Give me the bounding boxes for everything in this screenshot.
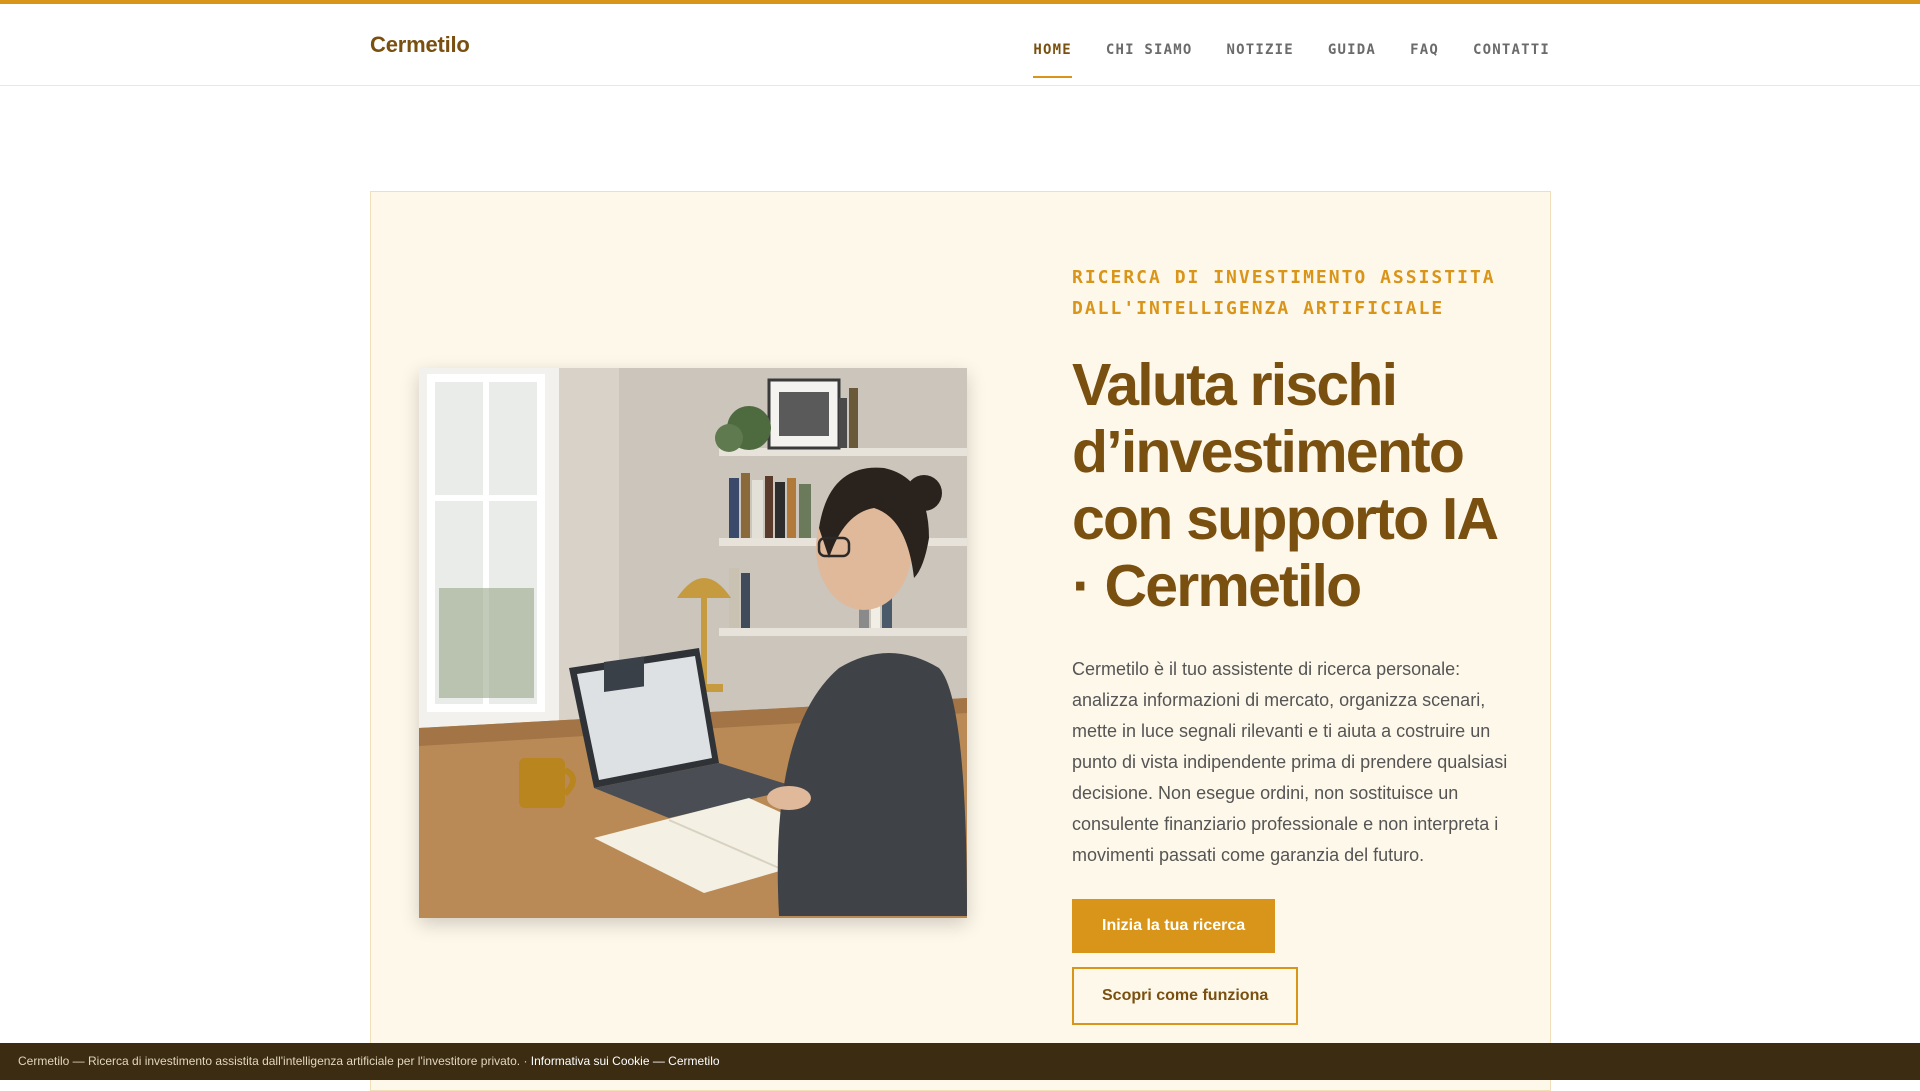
hero-description: Cermetilo è il tuo assistente di ricerca… (1072, 659, 1508, 865)
main-nav: HOME CHI SIAMO NOTIZIE GUIDA FAQ CONTATT… (1033, 42, 1550, 78)
nav-item-guida[interactable]: GUIDA (1328, 42, 1376, 78)
cookie-bar: Cermetilo — Ricerca di investimento assi… (0, 1043, 1920, 1080)
hero-photo (419, 368, 967, 918)
hero-headline: Valuta rischi d’investimento con support… (1072, 352, 1497, 619)
hero-eyebrow: RICERCA DI INVESTIMENTO ASSISTITA DALL'I… (1072, 267, 1496, 319)
hero-section: RICERCA DI INVESTIMENTO ASSISTITA DALL'I… (370, 191, 1551, 1091)
start-research-button[interactable]: Inizia la tua ricerca (1072, 899, 1276, 953)
hero-copy: RICERCA DI INVESTIMENTO ASSISTITA DALL'I… (1072, 262, 1512, 1025)
cookie-bar-text: Cermetilo — Ricerca di investimento assi… (18, 1054, 531, 1068)
brand-logo[interactable]: Cermetilo (370, 32, 470, 58)
learn-how-button[interactable]: Scopri come funziona (1072, 967, 1299, 1025)
woman-at-desk-illustration-icon (419, 368, 967, 918)
nav-item-chi-siamo[interactable]: CHI SIAMO (1106, 42, 1193, 78)
nav-item-home[interactable]: HOME (1033, 42, 1072, 78)
site-header: Cermetilo HOME CHI SIAMO NOTIZIE GUIDA F… (0, 4, 1920, 86)
nav-item-faq[interactable]: FAQ (1410, 42, 1439, 78)
nav-item-contatti[interactable]: CONTATTI (1473, 42, 1550, 78)
nav-item-notizie[interactable]: NOTIZIE (1227, 42, 1294, 78)
cookie-policy-link[interactable]: Informativa sui Cookie — Cermetilo (531, 1054, 720, 1068)
